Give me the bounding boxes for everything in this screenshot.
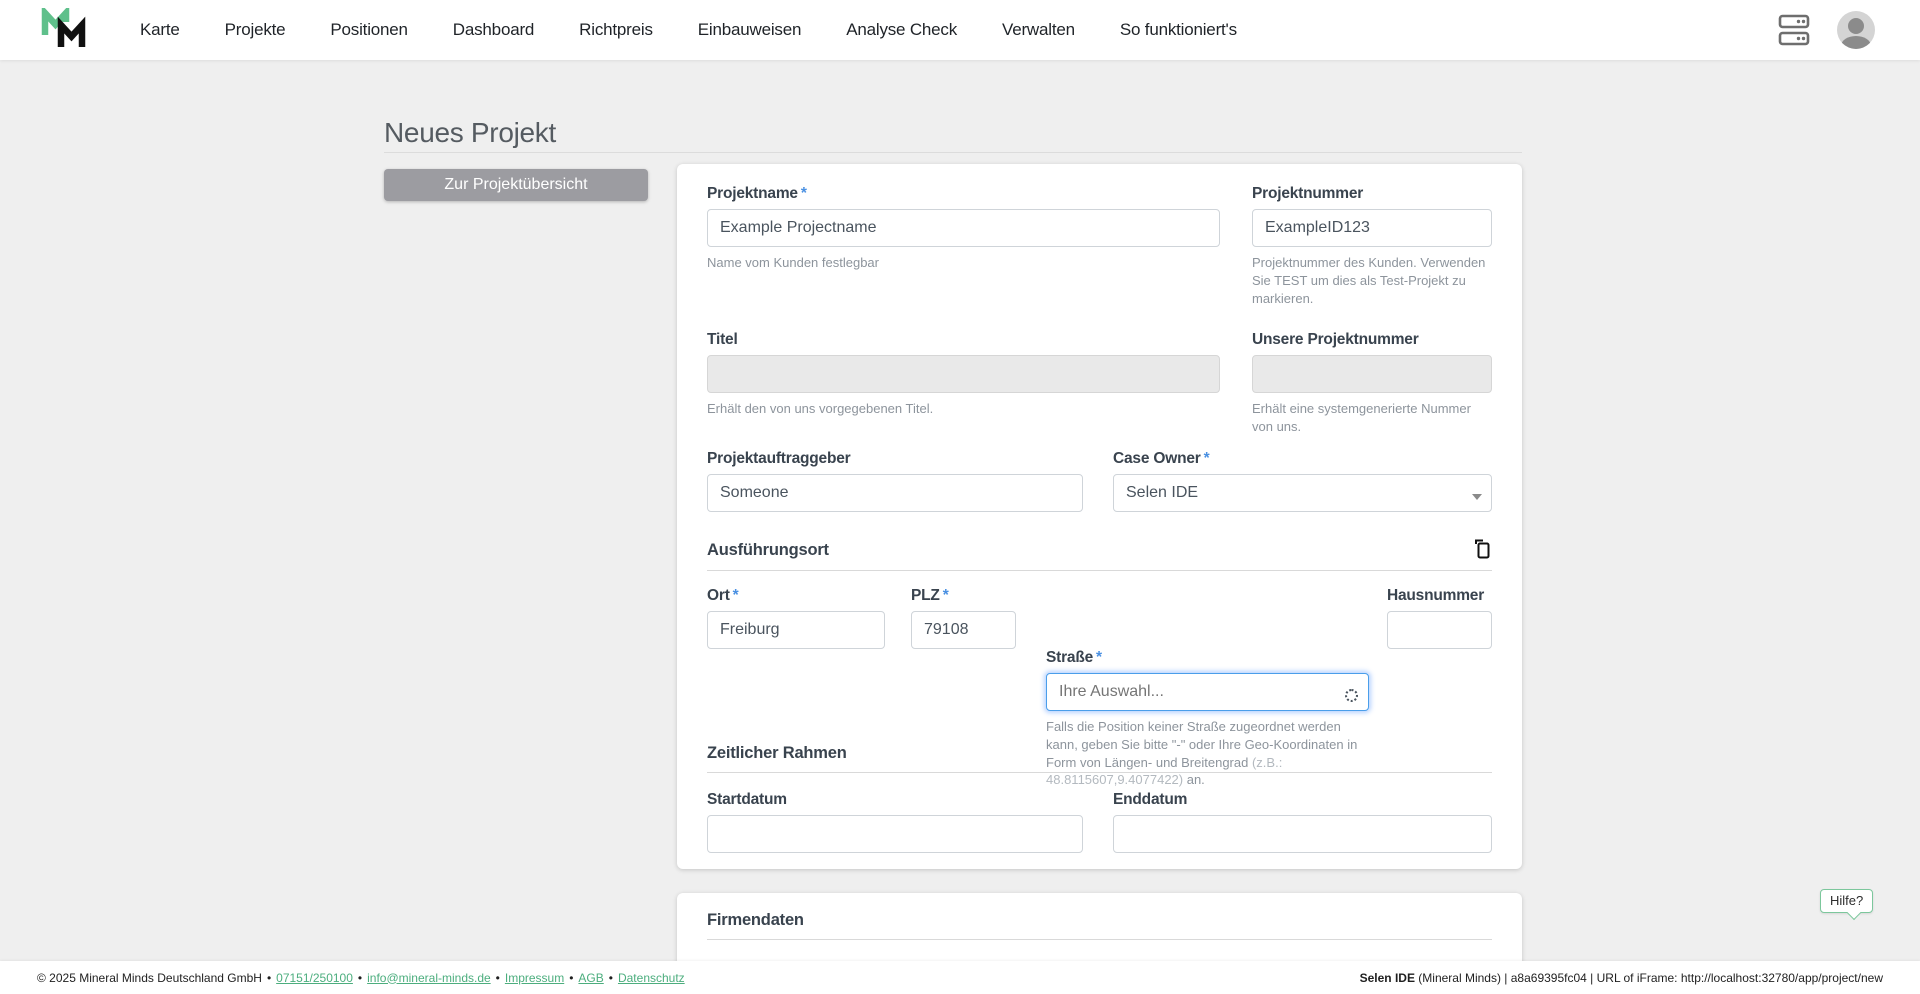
- nav-item-einbauweisen[interactable]: Einbauweisen: [698, 20, 801, 40]
- case-owner-select[interactable]: Selen IDE: [1113, 474, 1492, 512]
- section-title-ausfuehrungsort: Ausführungsort: [707, 541, 829, 560]
- required-asterisk: *: [801, 185, 807, 202]
- session-info: Selen IDE (Mineral Minds) | a8a69395fc04…: [1360, 971, 1883, 985]
- enddatum-input[interactable]: [1113, 815, 1492, 853]
- titel-help: Erhält den von uns vorgegebenen Titel.: [707, 400, 1220, 418]
- startdatum-label: Startdatum: [707, 791, 1083, 809]
- loading-spinner-icon: [1345, 689, 1358, 702]
- impressum-link[interactable]: Impressum: [505, 971, 564, 985]
- startdatum-input[interactable]: [707, 815, 1083, 853]
- plz-input[interactable]: [911, 611, 1016, 649]
- strasse-label: Straße*: [1046, 649, 1369, 667]
- avatar-shoulders: [1841, 36, 1871, 49]
- email-link[interactable]: info@mineral-minds.de: [367, 971, 491, 985]
- enddatum-label: Enddatum: [1113, 791, 1492, 809]
- projektnummer-help: Projektnummer des Kunden. Verwenden Sie …: [1252, 254, 1492, 307]
- project-form-card: Projektname* Name vom Kunden festlegbar …: [677, 164, 1522, 869]
- ort-input[interactable]: [707, 611, 885, 649]
- phone-link[interactable]: 07151/250100: [276, 971, 353, 985]
- nav-item-positionen[interactable]: Positionen: [330, 20, 407, 40]
- titel-label: Titel: [707, 331, 1220, 349]
- unsere-projektnummer-help: Erhält eine systemgenerierte Nummer von …: [1252, 400, 1492, 436]
- projektnummer-label: Projektnummer: [1252, 185, 1492, 203]
- required-asterisk: *: [1204, 450, 1210, 467]
- projektname-help: Name vom Kunden festlegbar: [707, 254, 1220, 272]
- hilfe-bubble-tail: [1847, 906, 1861, 920]
- agb-link[interactable]: AGB: [578, 971, 603, 985]
- main-navigation: Karte Projekte Positionen Dashboard Rich…: [140, 20, 1237, 40]
- nav-item-karte[interactable]: Karte: [140, 20, 180, 40]
- strasse-input[interactable]: [1046, 673, 1369, 711]
- server-icon[interactable]: [1778, 13, 1810, 47]
- zur-projektuebersicht-button[interactable]: Zur Projektübersicht: [384, 169, 648, 201]
- projektauftraggeber-input[interactable]: [707, 474, 1083, 512]
- section-title-firmendaten: Firmendaten: [707, 911, 804, 930]
- unsere-projektnummer-label: Unsere Projektnummer: [1252, 331, 1492, 349]
- hilfe-button[interactable]: Hilfe?: [1820, 889, 1873, 913]
- required-asterisk: *: [943, 587, 949, 604]
- ort-label: Ort*: [707, 587, 885, 605]
- required-asterisk: *: [1096, 649, 1102, 666]
- projektauftraggeber-label: Projektauftraggeber: [707, 450, 1083, 468]
- section-title-zeitlicher-rahmen: Zeitlicher Rahmen: [707, 744, 847, 763]
- avatar-head: [1848, 18, 1864, 34]
- unsere-projektnummer-input: [1252, 355, 1492, 393]
- required-asterisk: *: [733, 587, 739, 604]
- top-navbar: Karte Projekte Positionen Dashboard Rich…: [0, 0, 1920, 60]
- nav-item-so-funktionierts[interactable]: So funktioniert's: [1120, 20, 1237, 40]
- datenschutz-link[interactable]: Datenschutz: [618, 971, 685, 985]
- nav-item-analyse-check[interactable]: Analyse Check: [846, 20, 957, 40]
- hausnummer-input[interactable]: [1387, 611, 1492, 649]
- mineral-minds-logo[interactable]: [40, 8, 88, 52]
- copyright-text: © 2025 Mineral Minds Deutschland GmbH: [37, 971, 262, 985]
- user-avatar-icon[interactable]: [1837, 11, 1875, 49]
- projektnummer-input[interactable]: [1252, 209, 1492, 247]
- nav-item-richtpreis[interactable]: Richtpreis: [579, 20, 653, 40]
- nav-item-projekte[interactable]: Projekte: [225, 20, 286, 40]
- logo-icon: [40, 8, 88, 52]
- projektname-input[interactable]: [707, 209, 1220, 247]
- page-title: Neues Projekt: [384, 117, 556, 149]
- page-footer: © 2025 Mineral Minds Deutschland GmbH • …: [0, 961, 1920, 994]
- title-divider: [384, 152, 1522, 153]
- hilfe-label: Hilfe?: [1830, 893, 1863, 908]
- projektname-label: Projektname*: [707, 185, 1220, 203]
- copy-icon[interactable]: [1472, 539, 1492, 561]
- nav-item-verwalten[interactable]: Verwalten: [1002, 20, 1075, 40]
- hausnummer-label: Hausnummer: [1387, 587, 1492, 605]
- case-owner-label: Case Owner*: [1113, 450, 1492, 468]
- plz-label: PLZ*: [911, 587, 1016, 605]
- nav-item-dashboard[interactable]: Dashboard: [453, 20, 534, 40]
- titel-input: [707, 355, 1220, 393]
